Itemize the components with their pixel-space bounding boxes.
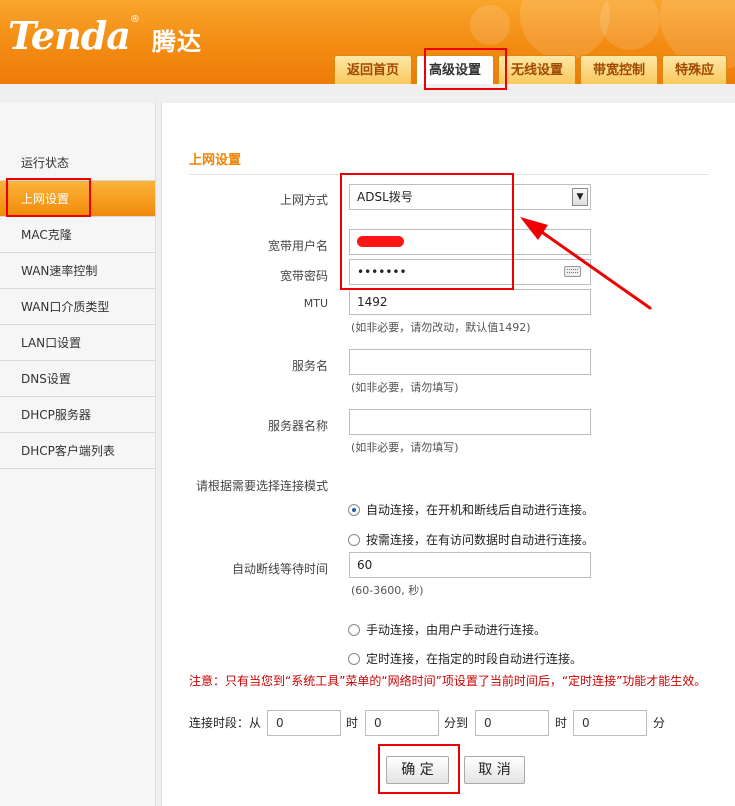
radio-demand[interactable] <box>348 533 360 546</box>
sidebar-item-status[interactable]: 运行状态 <box>0 145 155 181</box>
tab-home[interactable]: 返回首页 <box>334 55 413 84</box>
radio-timed[interactable] <box>348 652 360 665</box>
tenda-logo: Tenda® <box>8 14 140 58</box>
hour-unit-1: 时 <box>346 716 359 730</box>
tab-bandwidth[interactable]: 带宽控制 <box>580 55 659 84</box>
connection-type-label: 上网方式 <box>279 193 328 207</box>
service-name-label: 服务名 <box>291 359 328 373</box>
mode-timed-option[interactable]: 定时连接，在指定的时段自动进行连接。 <box>348 650 582 667</box>
radio-auto[interactable] <box>348 503 360 516</box>
logo-chinese: 腾达 <box>152 28 202 56</box>
header-decor <box>520 0 610 60</box>
idle-time-input[interactable]: 60 <box>349 552 591 578</box>
mtu-input[interactable]: 1492 <box>349 289 591 315</box>
cancel-button[interactable]: 取 消 <box>464 756 525 784</box>
start-minute-input[interactable]: 0 <box>365 710 439 736</box>
mode-timed-label: 定时连接，在指定的时段自动进行连接。 <box>366 652 583 666</box>
tab-wireless[interactable]: 无线设置 <box>498 55 577 84</box>
highlight-box-ok <box>378 744 460 794</box>
mode-auto-label: 自动连接，在开机和断线后自动进行连接。 <box>366 503 595 517</box>
mtu-label: MTU <box>303 297 328 310</box>
logo-text: Tenda <box>8 13 131 58</box>
timed-connection-note: 注意：只有当您到“系统工具”菜单的“网络时间”项设置了当前时间后，“定时连接”功… <box>189 674 707 688</box>
header-bar: Tenda® 腾达 返回首页 高级设置 无线设置 带宽控制 特殊应 <box>0 0 735 84</box>
section-title: 上网设置 <box>189 149 709 175</box>
server-name-input[interactable] <box>349 409 591 435</box>
idle-time-label: 自动断线等待时间 <box>231 562 328 576</box>
highlight-box-tab <box>424 48 507 90</box>
server-name-hint: (如非必要，请勿填写) <box>351 441 459 454</box>
sidebar-item-mac-clone[interactable]: MAC克隆 <box>0 217 155 253</box>
radio-manual[interactable] <box>348 623 360 636</box>
highlight-box-form <box>340 173 514 290</box>
password-label: 宽带密码 <box>279 269 328 283</box>
username-label: 宽带用户名 <box>267 239 328 253</box>
mode-demand-option[interactable]: 按需连接，在有访问数据时自动进行连接。 <box>348 531 594 548</box>
header-decor <box>470 5 510 45</box>
mtu-hint: (如非必要，请勿改动，默认值1492) <box>351 321 531 334</box>
mode-prompt: 请根据需要选择连接模式 <box>196 479 329 493</box>
sidebar-item-dns[interactable]: DNS设置 <box>0 361 155 397</box>
mode-manual-label: 手动连接，由用户手动进行连接。 <box>366 623 547 637</box>
service-name-input[interactable] <box>349 349 591 375</box>
to-label: 分到 <box>444 716 469 730</box>
server-name-label: 服务器名称 <box>267 419 328 433</box>
mode-demand-label: 按需连接，在有访问数据时自动进行连接。 <box>366 533 595 547</box>
minute-unit: 分 <box>653 716 666 730</box>
top-tabs: 返回首页 高级设置 无线设置 带宽控制 特殊应 <box>334 55 731 84</box>
registered-mark: ® <box>129 14 140 25</box>
mode-auto-option[interactable]: 自动连接，在开机和断线后自动进行连接。 <box>348 501 594 518</box>
tab-special[interactable]: 特殊应 <box>662 55 728 84</box>
start-hour-input[interactable]: 0 <box>267 710 341 736</box>
sidebar-item-dhcp-clients[interactable]: DHCP客户端列表 <box>0 433 155 469</box>
header-decor <box>600 0 660 50</box>
chevron-down-icon[interactable]: ▼ <box>572 188 588 206</box>
sidebar-item-wan-media[interactable]: WAN口介质类型 <box>0 289 155 325</box>
sidebar-item-wan-speed[interactable]: WAN速率控制 <box>0 253 155 289</box>
sidebar-item-dhcp-server[interactable]: DHCP服务器 <box>0 397 155 433</box>
sidebar-item-lan[interactable]: LAN口设置 <box>0 325 155 361</box>
end-minute-input[interactable]: 0 <box>573 710 647 736</box>
hour-unit-2: 时 <box>555 716 568 730</box>
end-hour-input[interactable]: 0 <box>475 710 549 736</box>
service-name-hint: (如非必要，请勿填写) <box>351 381 459 394</box>
highlight-box-sidebar <box>6 178 91 217</box>
mode-manual-option[interactable]: 手动连接，由用户手动进行连接。 <box>348 621 546 638</box>
idle-time-hint: (60-3600, 秒) <box>351 584 424 597</box>
keyboard-icon[interactable] <box>564 266 581 277</box>
period-label: 连接时段：从 <box>189 716 262 730</box>
